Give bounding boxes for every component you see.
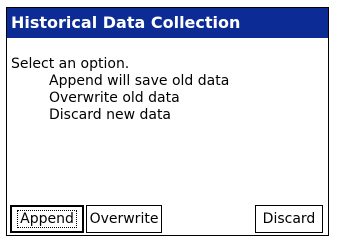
discard-button[interactable]: Discard: [255, 205, 323, 233]
option-description-discard: Discard new data: [49, 107, 172, 123]
option-description-overwrite: Overwrite old data: [49, 90, 180, 106]
historical-data-dialog: Historical Data Collection Select an opt…: [6, 7, 329, 236]
append-button-label: Append: [17, 210, 77, 228]
overwrite-button[interactable]: Overwrite: [86, 205, 162, 233]
prompt-text: Select an option.: [11, 56, 130, 72]
option-description-append: Append will save old data: [49, 73, 230, 89]
append-button[interactable]: Append: [10, 205, 84, 233]
dialog-title: Historical Data Collection: [7, 8, 328, 38]
dialog-message: Select an option. Append will save old d…: [11, 56, 229, 124]
